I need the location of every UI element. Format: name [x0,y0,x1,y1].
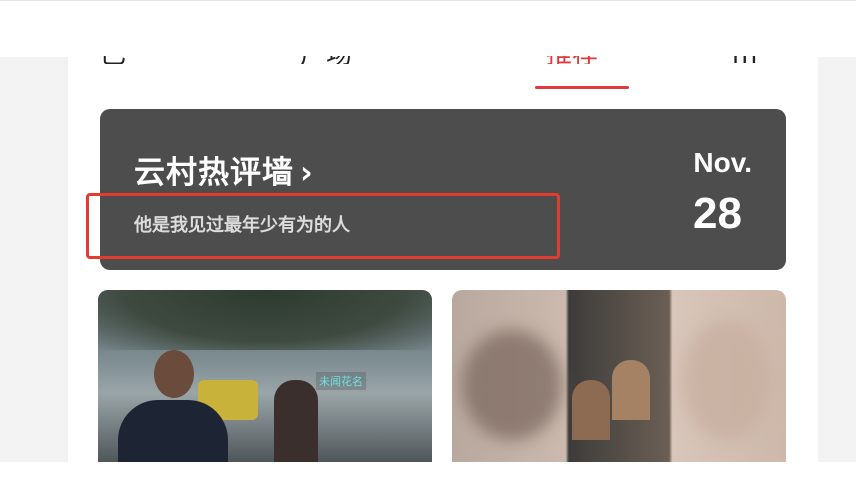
banner-title-text: 云村热评墙 [134,155,294,191]
top-bar [0,0,856,57]
active-tab-indicator [535,86,629,89]
date-day: 28 [693,189,742,238]
highlight-annotation-box [86,193,560,259]
nav-tab-recommend[interactable]: 推荐 [546,56,598,64]
nav-tab-4[interactable]: m [732,56,757,64]
post-thumbnail-left[interactable]: 未闻花名 [98,290,432,462]
hot-comment-wall-title[interactable]: 云村热评墙 › [134,147,314,192]
chevron-right-icon: › [300,155,314,191]
nav-tab-1[interactable]: 已 [100,56,126,64]
nav-tab-2[interactable]: 广场 [300,56,352,64]
post-thumbnail-right[interactable] [452,290,786,462]
video-caption-tag: 未闻花名 [316,372,366,390]
bottom-bar [0,462,856,478]
app-viewport: 已 广场 推荐 m 云村热评墙› 他是我见过最年少有为的人 Nov. 28 未闻… [68,56,818,462]
date-month: Nov. [693,147,752,178]
